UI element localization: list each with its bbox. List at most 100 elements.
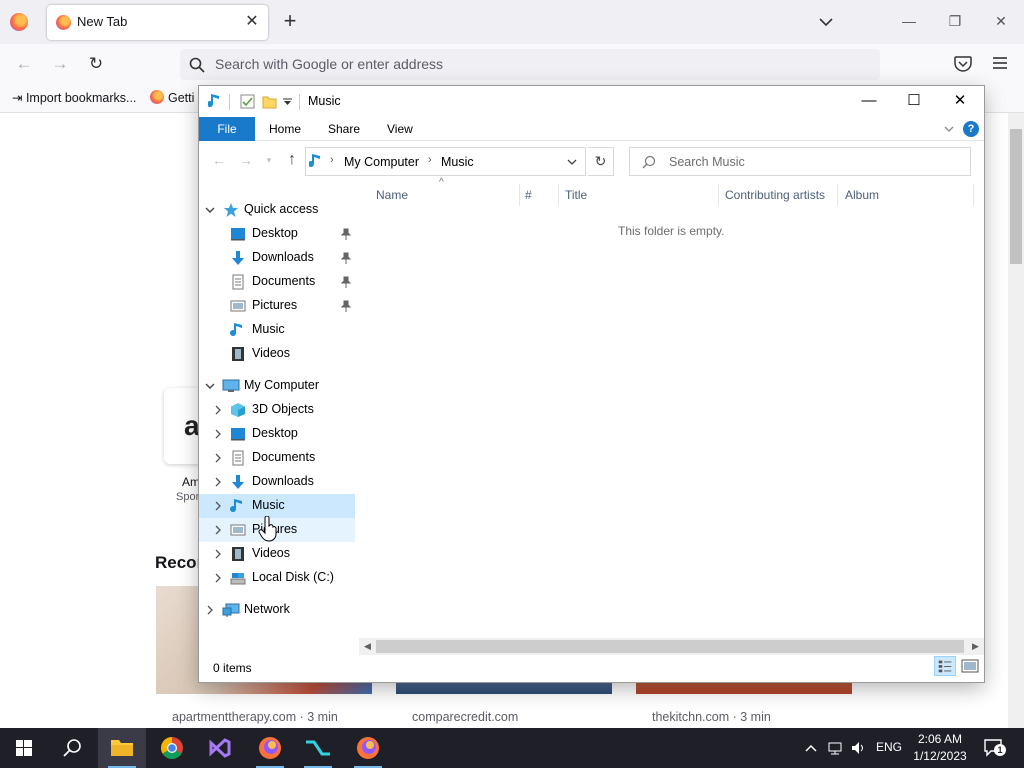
- bookmark-import[interactable]: ⇥ Import bookmarks...: [12, 90, 136, 105]
- search-box[interactable]: Search Music: [629, 147, 971, 176]
- navigation-pane[interactable]: Quick access Desktop Downloads Documents…: [199, 180, 359, 630]
- column-contributing-artists[interactable]: Contributing artists: [725, 188, 825, 202]
- nav-pc-videos[interactable]: Videos: [199, 542, 355, 566]
- nav-network[interactable]: Network: [199, 598, 355, 622]
- column-divider[interactable]: [519, 184, 520, 206]
- scrollbar-thumb[interactable]: [1010, 129, 1022, 264]
- refresh-button[interactable]: ↻: [588, 147, 614, 176]
- new-tab-button[interactable]: +: [278, 10, 302, 34]
- back-button[interactable]: ←: [209, 152, 229, 170]
- new-folder-icon[interactable]: [262, 94, 277, 109]
- taskbar-app[interactable]: [294, 728, 342, 768]
- nav-pc-3d-objects[interactable]: 3D Objects: [199, 398, 355, 422]
- restore-button[interactable]: ❐: [932, 6, 978, 38]
- nav-qa-music[interactable]: Music: [199, 318, 355, 342]
- column-divider[interactable]: [837, 184, 838, 206]
- nav-pc-downloads[interactable]: Downloads: [199, 470, 355, 494]
- close-tab-icon[interactable]: ✕: [241, 11, 263, 33]
- details-view-icon[interactable]: [934, 656, 956, 676]
- maximize-button[interactable]: ☐: [891, 86, 937, 117]
- nav-qa-documents[interactable]: Documents: [199, 270, 355, 294]
- start-button[interactable]: [0, 728, 48, 768]
- tab-share[interactable]: Share: [328, 117, 360, 141]
- pin-icon[interactable]: [341, 300, 351, 312]
- scroll-left-icon[interactable]: ◀: [359, 639, 376, 654]
- pin-icon[interactable]: [341, 276, 351, 288]
- input-language[interactable]: ENG: [876, 740, 902, 754]
- horizontal-scrollbar[interactable]: ◀ ▶: [359, 638, 984, 655]
- nav-qa-downloads[interactable]: Downloads: [199, 246, 355, 270]
- tab-home[interactable]: Home: [269, 117, 301, 141]
- customize-toolbar-icon[interactable]: [283, 98, 292, 106]
- hamburger-menu-icon[interactable]: [991, 55, 1009, 71]
- chevron-right-icon[interactable]: [212, 404, 224, 416]
- reload-button[interactable]: ↻: [84, 53, 108, 77]
- clock-date[interactable]: 1/12/2023: [906, 749, 974, 763]
- column-title[interactable]: Title: [565, 188, 587, 202]
- minimize-button[interactable]: —: [846, 86, 892, 117]
- list-all-tabs-icon[interactable]: [815, 12, 837, 32]
- recent-locations-icon[interactable]: ▾: [259, 155, 279, 173]
- chevron-right-icon[interactable]: [212, 500, 224, 512]
- scrollbar-thumb[interactable]: [376, 640, 964, 653]
- chevron-down-icon[interactable]: [204, 380, 216, 392]
- tab-view[interactable]: View: [387, 117, 413, 141]
- pin-icon[interactable]: [341, 252, 351, 264]
- notification-center[interactable]: 1: [984, 738, 1006, 758]
- page-scrollbar[interactable]: [1008, 113, 1024, 728]
- expand-ribbon-icon[interactable]: [943, 123, 955, 135]
- url-bar[interactable]: Search with Google or enter address: [180, 49, 880, 80]
- bookmark-getting-started[interactable]: Getti: [150, 90, 194, 105]
- minimize-button[interactable]: —: [886, 6, 932, 38]
- close-window-button[interactable]: ✕: [978, 6, 1024, 38]
- column-divider[interactable]: [718, 184, 719, 206]
- breadcrumb-separator[interactable]: ›: [428, 154, 432, 166]
- large-icons-view-icon[interactable]: [959, 656, 981, 676]
- clock-time[interactable]: 2:06 AM: [912, 732, 968, 746]
- firefox-view-icon[interactable]: [10, 13, 28, 31]
- column-number[interactable]: #: [525, 188, 532, 202]
- nav-qa-pictures[interactable]: Pictures: [199, 294, 355, 318]
- nav-pc-desktop[interactable]: Desktop: [199, 422, 355, 446]
- column-album[interactable]: Album: [845, 188, 879, 202]
- tab-file[interactable]: File: [199, 117, 255, 141]
- network-status-icon[interactable]: [827, 740, 843, 756]
- chevron-down-icon[interactable]: [204, 204, 216, 216]
- pocket-icon[interactable]: [953, 55, 973, 73]
- tab-new-tab[interactable]: New Tab ✕: [47, 5, 268, 40]
- address-dropdown-icon[interactable]: [566, 156, 578, 168]
- chevron-right-icon[interactable]: [212, 476, 224, 488]
- back-button[interactable]: ←: [12, 53, 36, 77]
- show-hidden-icons-icon[interactable]: [803, 740, 819, 756]
- close-button[interactable]: ✕: [937, 86, 983, 117]
- address-bar[interactable]: › My Computer › Music: [305, 147, 586, 176]
- chevron-right-icon[interactable]: [212, 452, 224, 464]
- properties-icon[interactable]: [240, 94, 255, 109]
- forward-button[interactable]: →: [236, 152, 256, 170]
- breadcrumb-separator[interactable]: ›: [330, 154, 334, 166]
- chevron-right-icon[interactable]: [212, 524, 224, 536]
- forward-button[interactable]: →: [48, 53, 72, 77]
- nav-pc-local-disk[interactable]: Local Disk (C:): [199, 566, 355, 590]
- chevron-right-icon[interactable]: [212, 428, 224, 440]
- column-divider[interactable]: [973, 184, 974, 206]
- column-name[interactable]: Name: [376, 188, 408, 202]
- search-button[interactable]: [48, 728, 96, 768]
- file-list-pane[interactable]: ^ Name # Title Contributing artists Albu…: [359, 177, 984, 630]
- nav-qa-videos[interactable]: Videos: [199, 342, 355, 366]
- taskbar-firefox-2[interactable]: [344, 728, 392, 768]
- breadcrumb-music[interactable]: Music: [441, 155, 474, 169]
- taskbar-firefox[interactable]: [246, 728, 294, 768]
- chevron-right-icon[interactable]: [212, 548, 224, 560]
- column-divider[interactable]: [558, 184, 559, 206]
- help-icon[interactable]: ?: [963, 121, 979, 137]
- nav-qa-desktop[interactable]: Desktop: [199, 222, 355, 246]
- volume-icon[interactable]: [850, 740, 866, 756]
- chevron-right-icon[interactable]: [204, 604, 216, 616]
- chevron-right-icon[interactable]: [212, 572, 224, 584]
- scroll-right-icon[interactable]: ▶: [967, 639, 984, 654]
- taskbar-file-explorer[interactable]: [98, 728, 146, 768]
- pin-icon[interactable]: [341, 228, 351, 240]
- top-site-tile[interactable]: a: [164, 388, 204, 464]
- taskbar-visual-studio[interactable]: [196, 728, 244, 768]
